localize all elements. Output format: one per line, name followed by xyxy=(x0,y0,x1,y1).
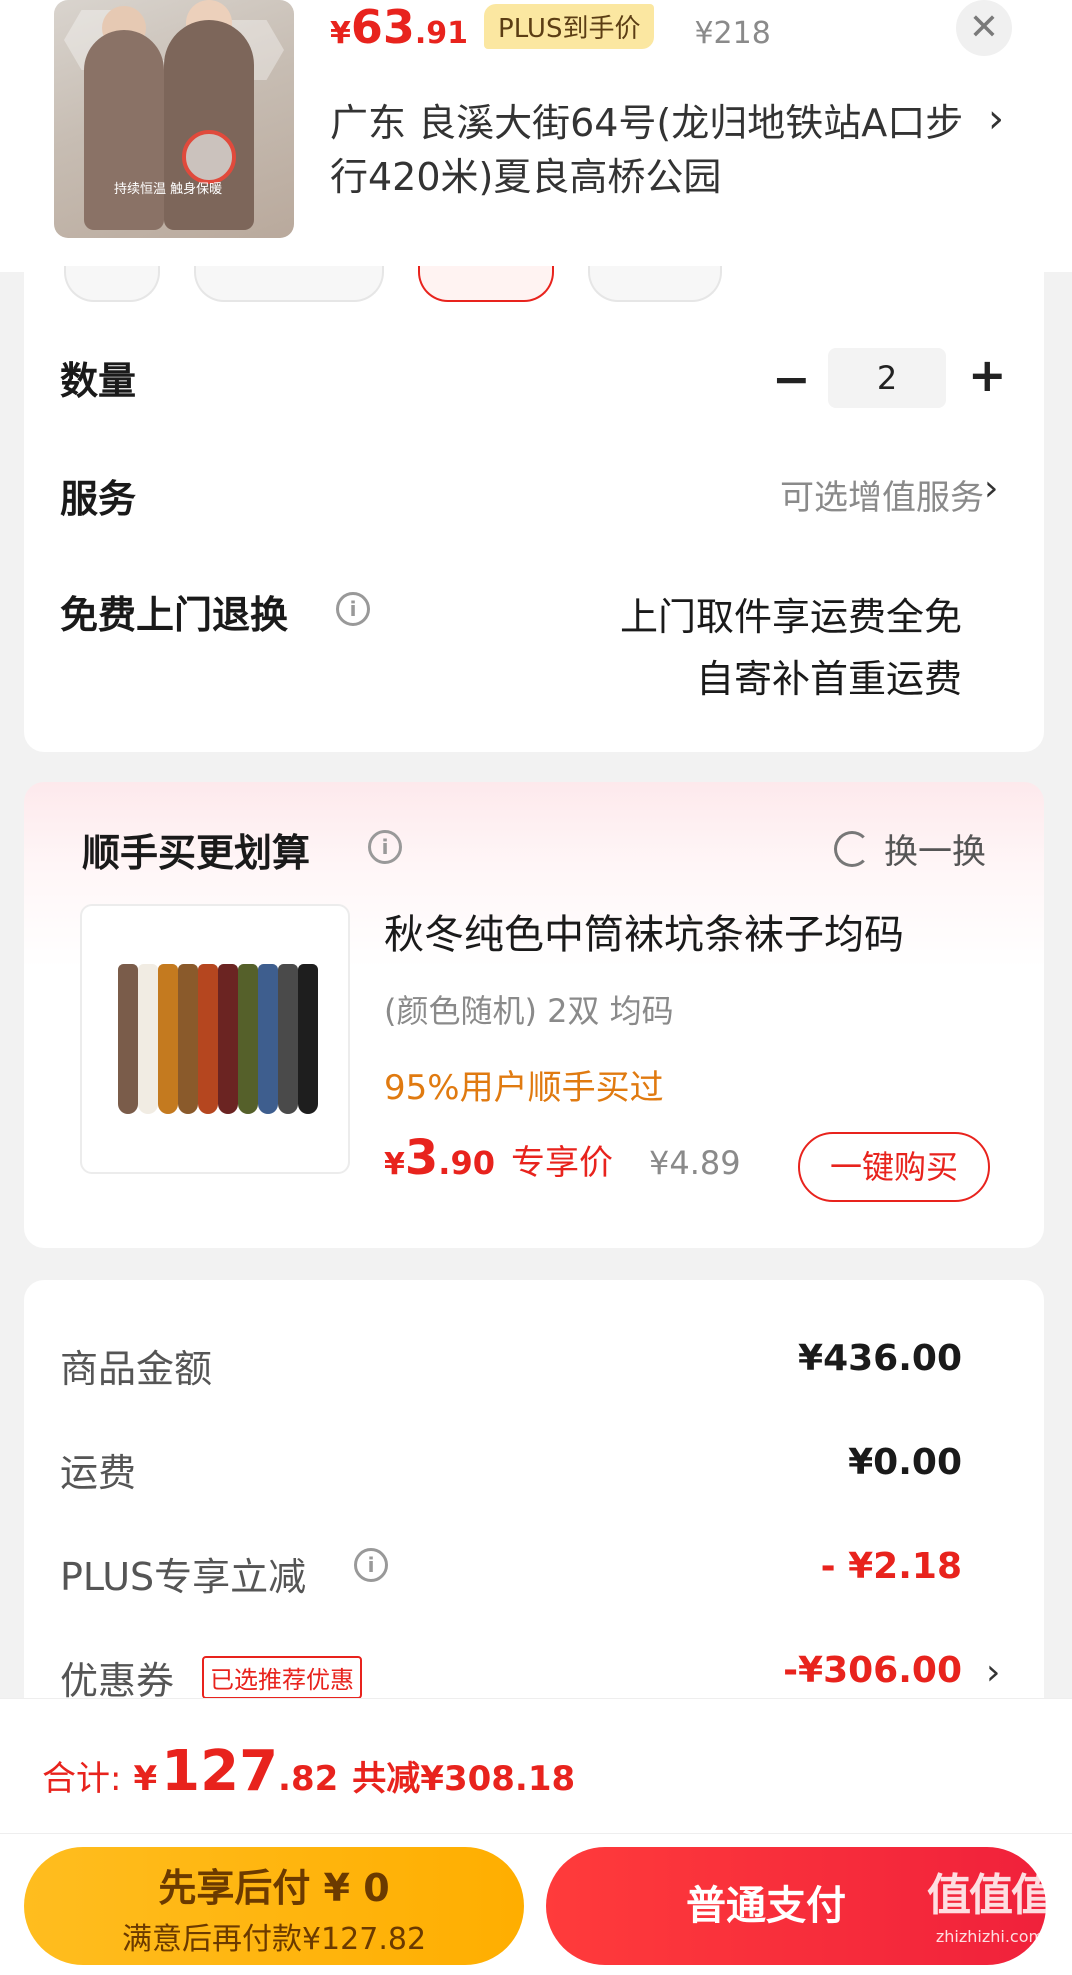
total-row: 合计: ¥ 127 .82 共减¥308.18 xyxy=(42,1739,575,1804)
spec-option-selected[interactable] xyxy=(418,266,554,302)
shipping-value: ¥0.00 xyxy=(848,1442,962,1483)
total-currency: ¥ xyxy=(133,1759,158,1799)
recommend-card: 顺手买更划算 i 换一换 秋冬纯色中筒袜坑条袜子均码 (颜色随机) 2双 均码 … xyxy=(24,782,1044,1248)
recommend-price-row: ¥ 3 .90 专享价 ¥4.89 xyxy=(384,1130,741,1186)
chevron-right-icon[interactable]: › xyxy=(984,468,998,509)
product-header: 持续恒温 触身保暖 ¥ 63 .91 PLUS到手价 ¥218 ✕ 广东 良溪大… xyxy=(0,0,1072,272)
quantity-input[interactable]: 2 xyxy=(828,348,946,408)
recommend-price-currency: ¥ xyxy=(384,1147,405,1182)
pay-later-title: 先享后付 ¥ 0 xyxy=(158,1866,390,1910)
refresh-button[interactable]: 换一换 xyxy=(834,824,986,873)
total-label: 合计: xyxy=(42,1759,122,1799)
chevron-right-icon[interactable]: › xyxy=(986,1652,1000,1693)
quantity-decrease-button[interactable]: − xyxy=(772,352,811,406)
spec-option[interactable] xyxy=(588,266,722,302)
watermark-main: 值值值 xyxy=(927,1870,1055,1921)
refresh-icon xyxy=(834,830,870,867)
one-click-buy-button[interactable]: 一键购买 xyxy=(798,1132,990,1202)
free-return-line2: 自寄补首重运费 xyxy=(695,657,962,701)
info-icon[interactable]: i xyxy=(354,1548,388,1582)
recommend-title: 顺手买更划算 xyxy=(82,831,311,875)
thumb-caption: 持续恒温 触身保暖 xyxy=(114,182,223,197)
fee-summary-card: 商品金额 ¥436.00 运费 ¥0.00 PLUS专享立减 i - ¥2.18… xyxy=(24,1280,1044,1703)
info-icon[interactable]: i xyxy=(368,830,402,864)
pay-later-button[interactable]: 先享后付 ¥ 0 满意后再付款¥127.82 xyxy=(24,1847,524,1965)
checkout-bar: 合计: ¥ 127 .82 共减¥308.18 先享后付 ¥ 0 满意后再付款¥… xyxy=(0,1698,1072,1975)
delivery-address[interactable]: 广东 良溪大街64号(龙归地铁站A口步行420米)夏良高桥公园 xyxy=(330,96,970,204)
goods-amount-value: ¥436.00 xyxy=(798,1338,962,1379)
price-row: ¥ 63 .91 PLUS到手价 ¥218 xyxy=(330,0,771,54)
spec-option[interactable] xyxy=(194,266,384,302)
divider xyxy=(0,1833,1072,1834)
free-return-line1: 上门取件享运费全免 xyxy=(619,595,962,639)
recommend-product-image[interactable] xyxy=(80,904,350,1174)
price-integer: 63 xyxy=(350,0,415,54)
original-price: ¥218 xyxy=(694,16,771,51)
service-label: 服务 xyxy=(60,477,137,521)
exclusive-price-tag: 专享价 xyxy=(510,1143,613,1183)
watermark-sub: zhizhizhi.com xyxy=(935,1927,1045,1946)
warmth-badge-icon xyxy=(182,130,236,184)
watermark-logo: 值值值 zhizhizhi.com xyxy=(920,1859,1060,1969)
quantity-label: 数量 xyxy=(60,359,137,403)
total-integer: 127 xyxy=(161,1739,279,1804)
recommend-buy-percentage: 95%用户顺手买过 xyxy=(384,1068,664,1108)
price-currency: ¥ xyxy=(330,16,351,51)
coupon-recommended-badge: 已选推荐优惠 xyxy=(202,1656,362,1699)
total-saved: 共减¥308.18 xyxy=(352,1759,576,1799)
recommend-product-spec: (颜色随机) 2双 均码 xyxy=(384,992,674,1030)
total-decimal: .82 xyxy=(278,1759,339,1799)
price-decimal: .91 xyxy=(414,16,469,51)
recommend-product-name[interactable]: 秋冬纯色中筒袜坑条袜子均码 xyxy=(384,902,904,960)
shipping-label: 运费 xyxy=(60,1451,137,1495)
free-return-label: 免费上门退换 xyxy=(60,593,289,637)
plus-discount-value: - ¥2.18 xyxy=(820,1546,962,1587)
plus-price-tag: PLUS到手价 xyxy=(484,4,655,49)
recommend-original-price: ¥4.89 xyxy=(648,1144,741,1182)
info-icon[interactable]: i xyxy=(336,592,370,626)
plus-discount-label: PLUS专享立减 xyxy=(60,1555,307,1599)
coupon-value[interactable]: -¥306.00 xyxy=(783,1650,962,1691)
spec-option[interactable] xyxy=(64,266,160,302)
coupon-label: 优惠券 xyxy=(60,1659,175,1703)
chevron-right-icon[interactable]: › xyxy=(988,96,1004,142)
pay-later-subtitle: 满意后再付款¥127.82 xyxy=(121,1922,427,1957)
service-value[interactable]: 可选增值服务 xyxy=(780,470,984,519)
quantity-increase-button[interactable]: + xyxy=(968,348,1007,402)
recommend-price-integer: 3 xyxy=(404,1130,439,1186)
goods-amount-label: 商品金额 xyxy=(60,1347,213,1391)
recommend-price-decimal: .90 xyxy=(438,1144,495,1182)
refresh-label: 换一换 xyxy=(884,832,986,872)
options-card: 数量 − 2 + 服务 可选增值服务 › 免费上门退换 i 上门取件享运费全免 … xyxy=(24,266,1044,752)
close-button[interactable]: ✕ xyxy=(956,0,1012,56)
product-thumbnail[interactable]: 持续恒温 触身保暖 xyxy=(54,0,294,238)
